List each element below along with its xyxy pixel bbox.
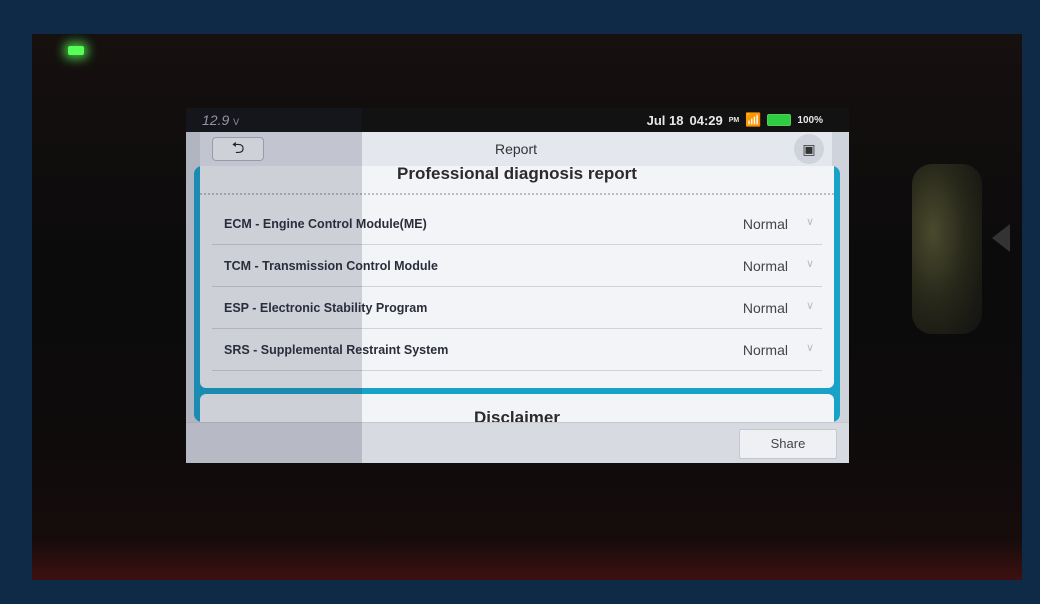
- status-ampm: PM: [728, 116, 740, 124]
- voltage-readout: 12.9 V: [202, 112, 239, 128]
- bottom-glow: [32, 540, 1022, 580]
- module-status: Normal: [742, 216, 788, 232]
- status-date: Jul 18: [646, 112, 684, 128]
- module-row-esp[interactable]: ESP - Electronic Stability Program Norma…: [212, 288, 822, 329]
- page-title: Report: [494, 141, 538, 157]
- battery-icon: [767, 114, 792, 126]
- diagnosis-report-card: Professional diagnosis report ECM - Engi…: [200, 164, 834, 388]
- power-led: [68, 46, 84, 55]
- camera-icon: ▣: [802, 141, 816, 157]
- device-side-arrow: [992, 224, 1010, 252]
- module-status: Normal: [742, 258, 788, 274]
- module-row-tcm[interactable]: TCM - Transmission Control Module Normal…: [212, 246, 822, 287]
- module-name: TCM - Transmission Control Module: [224, 259, 438, 273]
- screenshot-button[interactable]: ▣: [794, 134, 824, 164]
- share-button[interactable]: Share: [739, 429, 837, 459]
- voltage-unit: V: [233, 117, 240, 127]
- chevron-down-icon: ∨: [805, 342, 814, 354]
- module-name: ESP - Electronic Stability Program: [224, 301, 428, 315]
- module-row-srs[interactable]: SRS - Supplemental Restraint System Norm…: [212, 330, 822, 371]
- module-name: SRS - Supplemental Restraint System: [224, 343, 449, 357]
- chevron-down-icon: ∨: [805, 258, 814, 270]
- report-heading: Professional diagnosis report: [397, 164, 637, 183]
- voltage-value: 12.9: [202, 112, 230, 128]
- module-row-ecm[interactable]: ECM - Engine Control Module(ME) Normal ∨: [212, 204, 822, 245]
- status-time: 04:29: [689, 112, 723, 128]
- report-content[interactable]: Professional diagnosis report ECM - Engi…: [194, 164, 840, 434]
- chevron-down-icon: ∨: [805, 300, 814, 312]
- bottom-toolbar: Share: [186, 422, 849, 463]
- device-screen: 12.9 V Jul 18 04:29 PM 📶 100% ⮌ Report ▣…: [186, 108, 849, 463]
- dotted-divider: [200, 193, 834, 195]
- status-bar: 12.9 V Jul 18 04:29 PM 📶 100%: [186, 108, 849, 132]
- battery-percent: 100%: [797, 114, 823, 126]
- chevron-down-icon: ∨: [805, 216, 814, 228]
- module-status: Normal: [742, 342, 788, 358]
- module-name: ECM - Engine Control Module(ME): [224, 217, 427, 231]
- wifi-icon: 📶: [745, 112, 762, 127]
- device-side-knob: [912, 164, 982, 334]
- status-right: Jul 18 04:29 PM 📶 100%: [647, 112, 823, 128]
- title-bar: ⮌ Report ▣: [200, 132, 832, 167]
- module-status: Normal: [742, 300, 788, 316]
